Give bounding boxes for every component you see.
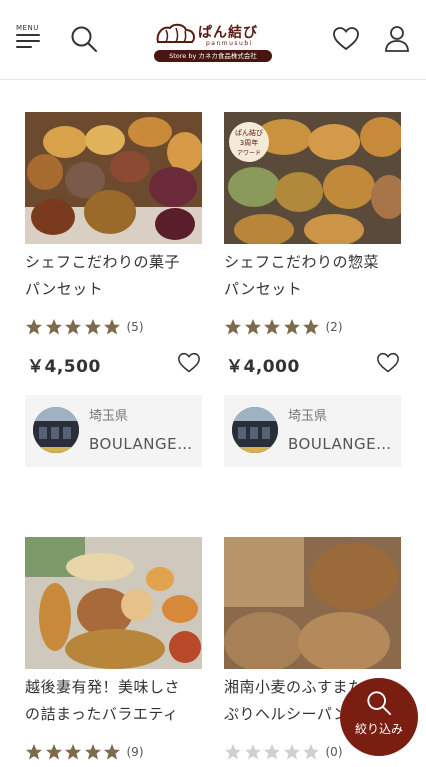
like-button[interactable] [376,352,400,374]
menu-bar [16,46,32,48]
shop-prefecture: 埼玉県 [89,409,129,424]
logo-japanese: ぱん結び [198,25,258,41]
star-icon [64,743,82,761]
star-icon [103,318,121,336]
star-icon [84,743,102,761]
review-count: (2) [325,319,343,334]
star-icon [45,743,63,761]
menu-bar [16,34,40,36]
menu-bar [16,40,40,42]
search-icon [367,691,392,716]
rating-stars: (0) [224,741,343,761]
shop-avatar [232,407,278,453]
star-icon [302,743,320,761]
product-title-line: パンセット [224,280,303,298]
product-price: ￥4,000 [226,357,300,377]
star-icon [263,743,281,761]
star-icon [25,743,43,761]
site-logo[interactable]: ぱん結び panmusubi Store by カネカ食品株式会社 [154,22,274,62]
rating-stars: (9) [25,741,144,761]
product-image[interactable] [25,537,202,669]
review-count: (0) [325,744,343,759]
user-icon [385,26,409,52]
search-icon [71,26,97,52]
star-icon [84,318,102,336]
product-image[interactable] [25,112,202,244]
heart-icon [333,27,359,51]
product-title[interactable]: シェフこだわりの惣菜 パンセット [224,249,401,303]
product-title[interactable]: シェフこだわりの菓子 パンセット [25,249,202,303]
rating-stars: (2) [224,316,343,336]
shop-info[interactable]: 埼玉県 BOULANGERIE [25,395,202,467]
favorites-button[interactable] [332,26,360,52]
product-title-line: 越後妻有発！美味しさ [25,678,181,696]
shop-avatar [33,407,79,453]
star-icon [283,318,301,336]
heart-icon [178,352,200,373]
star-icon [224,743,242,761]
like-button[interactable] [177,352,201,374]
product-image[interactable] [224,537,401,669]
shop-prefecture: 埼玉県 [288,409,328,424]
shop-name: BOULANGERIE [89,435,195,453]
filter-label: 絞り込み [354,722,403,736]
bread-logo-icon [156,23,195,43]
shop-name: BOULANGERIE [288,435,394,453]
star-icon [244,318,262,336]
review-count: (5) [126,319,144,334]
logo-roman: panmusubi [206,40,253,47]
award-badge-line: アワード [236,150,261,157]
star-icon [64,318,82,336]
product-image[interactable]: ぱん結び 3周年 アワード [224,112,401,244]
logo-store-label: Store by カネカ食品株式会社 [154,50,272,62]
rating-stars: (5) [25,316,144,336]
site-header: MENU ぱん結び panmusubi Store by カネカ食品株式会社 [0,0,426,80]
heart-icon [377,352,399,373]
search-button[interactable] [70,25,98,53]
menu-label: MENU [16,24,39,32]
star-icon [103,743,121,761]
star-icon [283,743,301,761]
product-title-line: の詰まったバラエティ [25,705,179,723]
star-icon [244,743,262,761]
product-title-line: シェフこだわりの惣菜 [224,253,380,271]
product-price: ￥4,500 [27,357,101,377]
award-badge-line: 3周年 [239,139,259,147]
star-icon [45,318,63,336]
review-count: (9) [126,744,144,759]
product-title-line: シェフこだわりの菓子 [25,253,181,271]
product-title-line: パンセット [25,280,104,298]
star-icon [263,318,281,336]
product-title[interactable]: 越後妻有発！美味しさ の詰まったバラエティ [25,674,202,728]
filter-button[interactable]: 絞り込み [340,678,418,756]
shop-info[interactable]: 埼玉県 BOULANGERIE [224,395,401,467]
star-icon [224,318,242,336]
star-icon [302,318,320,336]
star-icon [25,318,43,336]
award-badge-line: ぱん結び [235,129,263,137]
account-button[interactable] [384,25,410,53]
menu-button[interactable]: MENU [16,24,44,54]
